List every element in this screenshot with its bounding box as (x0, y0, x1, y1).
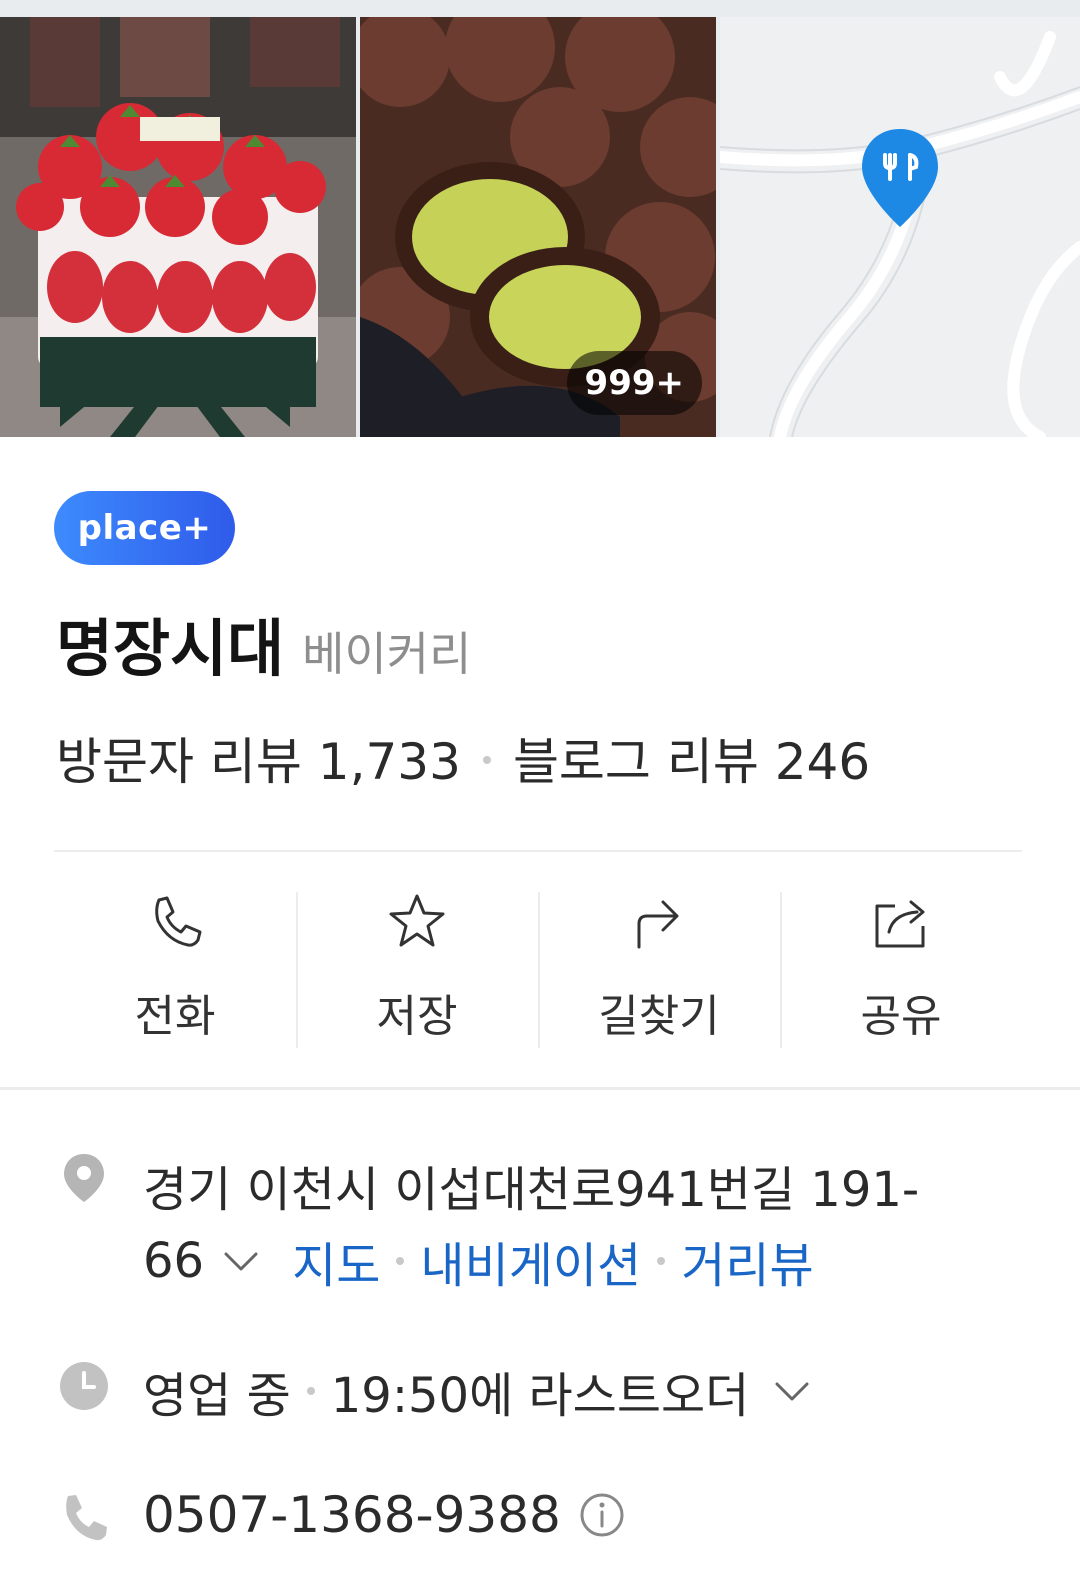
bread-photo[interactable]: 999+ (360, 17, 716, 437)
open-status: 영업 중 (143, 1368, 291, 1424)
divider (54, 850, 1022, 852)
location-icon (64, 1154, 104, 1202)
photo-strip: 999+ (0, 0, 1080, 437)
separator-dot (306, 1387, 315, 1395)
save-button[interactable]: 저장 (296, 892, 538, 1048)
blog-reviews-link[interactable]: 블로그 리뷰 246 (513, 722, 870, 794)
phone-icon (155, 896, 202, 947)
directions-button[interactable]: 길찾기 (538, 892, 780, 1048)
separator-dot (482, 756, 491, 764)
phone-number[interactable]: 0507-1368-9388 (143, 1486, 561, 1544)
chevron-down-icon[interactable] (220, 1240, 262, 1282)
navigation-link[interactable]: 내비게이션 (420, 1226, 641, 1296)
cake-photo[interactable] (0, 17, 356, 437)
title-row: 명장시대 베이커리 (56, 598, 471, 688)
place-name: 명장시대 (56, 612, 285, 685)
street-view-link[interactable]: 거리뷰 (681, 1226, 813, 1296)
call-label: 전화 (134, 991, 216, 1042)
address-line-1: 경기 이천시 이섭대천로941번길 191- (143, 1162, 920, 1218)
place-plus-badge[interactable]: place+ (54, 491, 235, 565)
map-thumbnail[interactable] (720, 17, 1080, 437)
review-summary: 방문자 리뷰 1,733 블로그 리뷰 246 (56, 722, 870, 794)
place-category: 베이커리 (302, 627, 472, 681)
save-label: 저장 (376, 991, 458, 1042)
phone-row[interactable]: 0507-1368-9388 (143, 1486, 625, 1544)
address-line-2: 66 (143, 1233, 205, 1289)
section-divider (0, 1087, 1080, 1090)
info-icon[interactable] (579, 1492, 625, 1538)
call-button[interactable]: 전화 (54, 892, 296, 1048)
address-line-2-row: 66 지도 내비게이션 거리뷰 (143, 1226, 814, 1296)
last-order-time: 19:50에 라스트오더 (330, 1368, 750, 1424)
separator-dot (657, 1257, 666, 1265)
photo-count-badge[interactable]: 999+ (566, 351, 702, 415)
share-icon (875, 900, 925, 948)
phone-icon (66, 1495, 107, 1541)
directions-label: 길찾기 (598, 991, 720, 1042)
map-link[interactable]: 지도 (292, 1226, 380, 1296)
share-label: 공유 (860, 991, 942, 1042)
separator-dot (396, 1257, 405, 1265)
directions-icon (637, 900, 679, 949)
business-hours-row[interactable]: 영업 중 19:50에 라스트오더 (143, 1356, 813, 1426)
chevron-down-icon[interactable] (771, 1370, 813, 1412)
visitor-reviews-link[interactable]: 방문자 리뷰 1,733 (56, 722, 461, 794)
action-bar: 전화 저장 길찾기 공유 (54, 892, 1022, 1048)
share-button[interactable]: 공유 (780, 892, 1022, 1048)
clock-icon (60, 1362, 108, 1410)
map-pin-icon (862, 129, 938, 227)
star-icon (389, 894, 445, 947)
